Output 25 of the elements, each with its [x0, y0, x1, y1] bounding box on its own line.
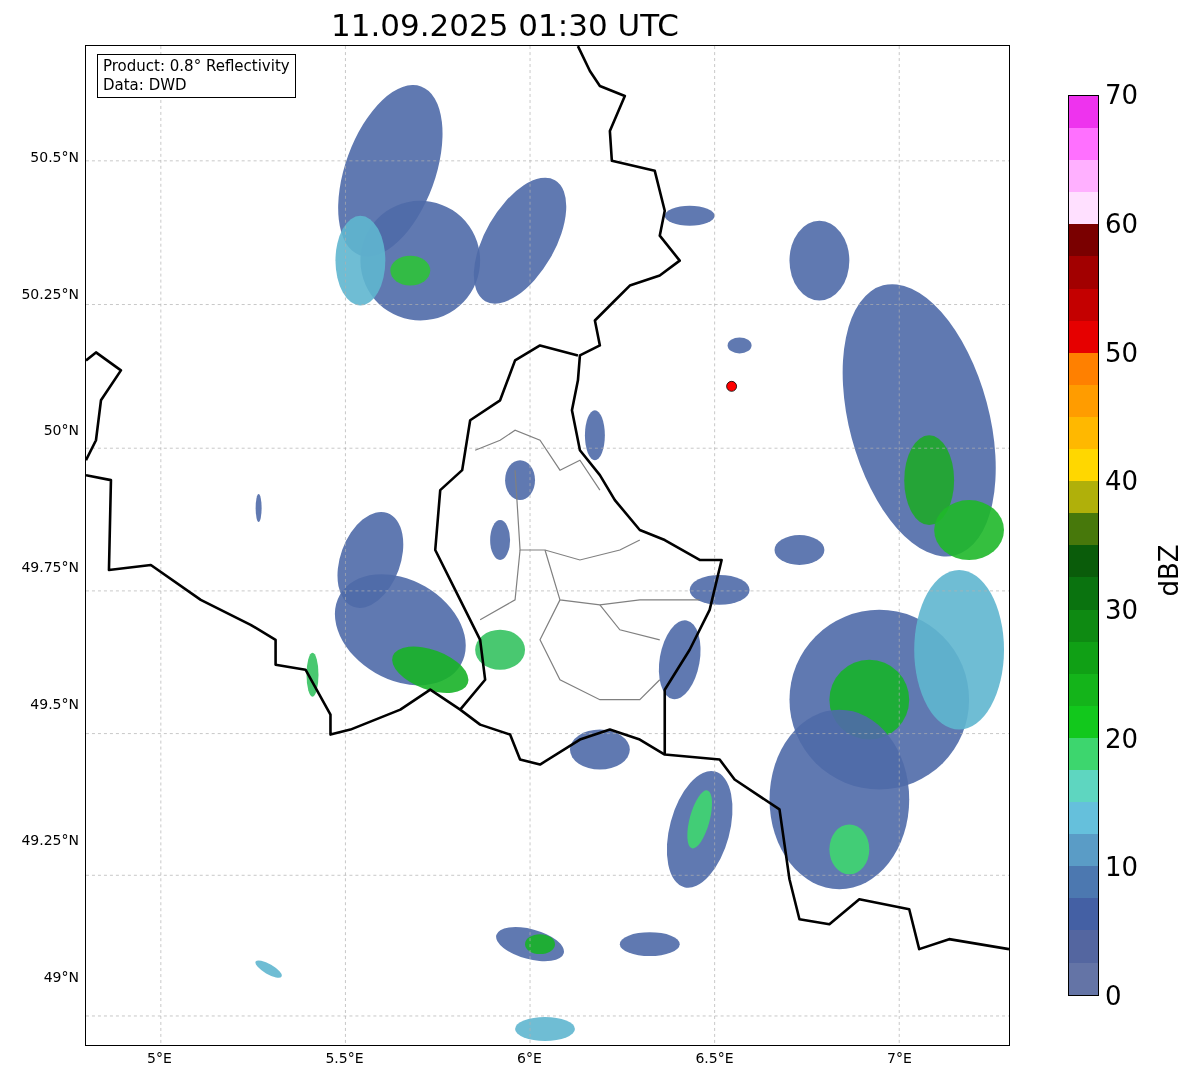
- colorbar-tick-label: 30: [1105, 595, 1139, 626]
- x-tick-label: 5.5°E: [325, 1049, 364, 1068]
- colorbar-tick-label: 60: [1105, 209, 1139, 240]
- x-tick-label: 7°E: [887, 1049, 912, 1068]
- y-tick-label: 50.5°N: [30, 147, 79, 167]
- x-tick-label: 5°E: [147, 1049, 172, 1068]
- y-tick-label: 49.5°N: [30, 694, 79, 714]
- y-tick-label: 50°N: [43, 421, 79, 441]
- y-tick-label: 49.75°N: [21, 558, 79, 577]
- colorbar-tick-label: 10: [1105, 852, 1139, 883]
- colorbar-tick-label: 20: [1105, 723, 1139, 754]
- chart-title: 11.09.2025 01:30 UTC: [331, 6, 679, 45]
- colorbar-tick-label: 70: [1105, 80, 1139, 111]
- colorbar-label: dBZ: [1152, 544, 1185, 597]
- colorbar-tick-label: 40: [1105, 466, 1139, 497]
- y-tick-label: 50.25°N: [21, 284, 79, 304]
- colorbar-tick-label: 50: [1105, 337, 1139, 368]
- info-text: Data: DWD: [103, 76, 188, 95]
- x-tick-label: 6.5°E: [695, 1049, 734, 1068]
- radar-site-marker: [726, 380, 737, 392]
- y-tick-label: 49.25°N: [21, 831, 79, 851]
- y-tick-label: 49°N: [43, 968, 79, 988]
- info-text: Product: 0.8° Reflectivity: [103, 57, 290, 76]
- colorbar-tick-label: 0: [1105, 981, 1122, 1012]
- x-tick-label: 6°E: [517, 1049, 542, 1068]
